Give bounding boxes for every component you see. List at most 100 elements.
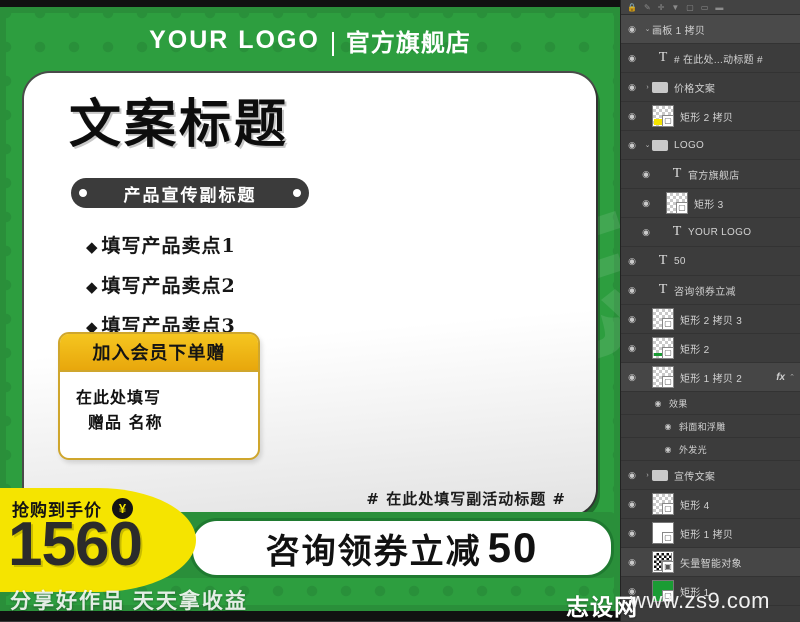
layer-name: # 在此处...动标题 # <box>674 54 763 66</box>
eye-icon[interactable]: ◉ <box>621 140 643 151</box>
eye-icon[interactable]: ◉ <box>621 314 643 325</box>
layer-thumbnail[interactable]: ▣ <box>652 551 674 573</box>
opacity-icon[interactable]: ▭ <box>701 3 709 12</box>
gift-line-2: 赠品 名称 <box>88 412 163 432</box>
vector-mask-icon[interactable]: ▢ <box>662 376 674 388</box>
move-icon[interactable]: ✛ <box>658 3 665 12</box>
layer-thumbnail[interactable]: ▢ <box>652 493 674 515</box>
layer-row-text-subtitle[interactable]: ◉ T # 在此处...动标题 # <box>621 44 800 73</box>
layer-thumbnail[interactable]: ▢ <box>652 337 674 359</box>
lock-icon[interactable]: 🔒 <box>627 3 637 12</box>
diamond-bullet-icon: ◆ <box>86 278 99 296</box>
layer-name: LOGO <box>674 139 705 151</box>
layer-row-folder-price[interactable]: ◉ › 价格文案 <box>621 73 800 102</box>
layer-thumbnail[interactable]: ▢ <box>652 366 674 388</box>
layer-row-shape-rect1copy2[interactable]: ◉ ▢ 矩形 1 拷贝 2 fx ⌃ <box>621 363 800 392</box>
layer-row-text-store[interactable]: ◉ T 官方旗舰店 <box>621 160 800 189</box>
vector-mask-icon[interactable]: ▢ <box>662 318 674 330</box>
layers-panel-toolbar[interactable]: 🔒 ✎ ✛ ▼ ▢ ▭ ▬ <box>621 0 800 15</box>
layer-row-text-50[interactable]: ◉ T 50 <box>621 247 800 276</box>
page-title: 文案标题 <box>69 94 290 155</box>
layer-name: 矢量智能对象 <box>680 558 742 570</box>
vector-mask-icon[interactable]: ▢ <box>662 347 674 359</box>
eye-icon[interactable]: ◉ <box>635 227 657 238</box>
thumb-content <box>654 119 662 125</box>
eye-icon[interactable]: ◉ <box>621 111 643 122</box>
eye-icon[interactable]: ◉ <box>621 528 643 539</box>
eye-icon[interactable]: ◉ <box>621 285 643 296</box>
layer-row-smart-object[interactable]: ◉ ▣ 矢量智能对象 <box>621 548 800 577</box>
gift-box: 加入会员下单赠 在此处填写 赠品 名称 <box>58 332 260 460</box>
folder-icon <box>652 81 669 93</box>
layer-row-shape-rect2copy3[interactable]: ◉ ▢ 矩形 2 拷贝 3 <box>621 305 800 334</box>
layer-name: 矩形 4 <box>680 500 710 512</box>
eye-icon[interactable]: ◉ <box>621 470 643 481</box>
layer-name: 外发光 <box>679 444 707 455</box>
vector-mask-icon[interactable]: ▢ <box>676 202 688 214</box>
folder-icon <box>652 469 669 481</box>
layer-name: 价格文案 <box>674 83 716 95</box>
layer-thumbnail[interactable]: ▢ <box>666 192 688 214</box>
vector-mask-icon[interactable]: ▢ <box>662 532 674 544</box>
list-item: ◆ 填写产品卖点1 <box>86 231 236 258</box>
layer-thumbnail[interactable]: ▢ <box>652 522 674 544</box>
design-canvas[interactable]: 志 YOUR LOGO 官方旗舰店 文案标题 产品宣传副标题 ◆填写产品卖点1 <box>0 0 620 621</box>
layer-row-shape-rect4[interactable]: ◉ ▢ 矩形 4 <box>621 490 800 519</box>
folder-icon <box>652 139 669 151</box>
layer-list[interactable]: ◉ ⌄ 画板 1 拷贝 ◉ T # 在此处...动标题 # ◉ › 价格文案 ◉ <box>621 15 800 606</box>
chevron-down-icon[interactable]: ⌄ <box>643 141 652 149</box>
layer-row-folder-promo[interactable]: ◉ › 宣传文案 <box>621 461 800 490</box>
poster-artboard[interactable]: 志 YOUR LOGO 官方旗舰店 文案标题 产品宣传副标题 ◆填写产品卖点1 <box>0 7 620 611</box>
chevron-down-icon[interactable]: ⌄ <box>643 25 652 33</box>
layer-row-effect-outerglow[interactable]: ◉ 外发光 <box>621 438 800 461</box>
eye-icon[interactable]: ◉ <box>621 53 643 64</box>
frame-icon[interactable]: ▢ <box>686 3 694 12</box>
chevron-right-icon[interactable]: › <box>643 472 652 479</box>
layer-row-shape-rect2[interactable]: ◉ ▢ 矩形 2 <box>621 334 800 363</box>
eye-icon[interactable]: ◉ <box>657 445 679 454</box>
text-layer-icon: T <box>658 50 668 65</box>
shape-icon[interactable]: ▼ <box>671 3 679 12</box>
eye-icon[interactable]: ◉ <box>635 169 657 180</box>
eye-icon[interactable]: ◉ <box>621 557 643 568</box>
eye-icon[interactable]: ◉ <box>621 372 643 383</box>
product-card[interactable]: 文案标题 产品宣传副标题 ◆ 填写产品卖点1 ◆ 填写产品卖点2 ◆ 填写产品卖点3 <box>24 73 596 515</box>
vector-mask-icon[interactable]: ▢ <box>662 115 674 127</box>
layer-row-text-coupon[interactable]: ◉ T 咨询领券立减 <box>621 276 800 305</box>
list-item-label: 填写产品卖点2 <box>101 275 236 297</box>
eye-icon[interactable]: ◉ <box>657 422 679 431</box>
text-layer-icon: T <box>658 253 668 268</box>
fill-icon[interactable]: ▬ <box>715 3 723 12</box>
chevron-up-icon[interactable]: ⌃ <box>789 373 795 381</box>
layer-row-shape-rect1copy[interactable]: ◉ ▢ 矩形 1 拷贝 <box>621 519 800 548</box>
layer-row-artboard[interactable]: ◉ ⌄ 画板 1 拷贝 <box>621 15 800 44</box>
eye-icon[interactable]: ◉ <box>647 399 669 408</box>
layer-thumbnail[interactable]: ▢ <box>652 105 674 127</box>
fx-icon[interactable]: fx <box>776 372 785 383</box>
eye-icon[interactable]: ◉ <box>621 24 643 35</box>
layer-row-folder-logo[interactable]: ◉ ⌄ LOGO <box>621 131 800 160</box>
eye-icon[interactable]: ◉ <box>621 256 643 267</box>
layer-row-text-yourlogo[interactable]: ◉ T YOUR LOGO <box>621 218 800 247</box>
layer-row-shape-rect2copy[interactable]: ◉ ▢ 矩形 2 拷贝 <box>621 102 800 131</box>
eye-icon[interactable]: ◉ <box>621 499 643 510</box>
eye-icon[interactable]: ◉ <box>621 82 643 93</box>
layer-row-effect-bevel[interactable]: ◉ 斜面和浮雕 <box>621 415 800 438</box>
layer-row-shape-rect3[interactable]: ◉ ▢ 矩形 3 <box>621 189 800 218</box>
layer-name: 矩形 2 拷贝 3 <box>680 315 743 327</box>
layers-panel[interactable]: 🔒 ✎ ✛ ▼ ▢ ▭ ▬ 志 ◉ ⌄ 画板 1 拷贝 ◉ T # 在此处...… <box>620 0 800 621</box>
coupon-banner: 咨询领券立减 50 <box>190 518 614 578</box>
price-amount: 1560 <box>8 510 143 579</box>
eye-icon[interactable]: ◉ <box>635 198 657 209</box>
chevron-right-icon[interactable]: › <box>643 84 652 91</box>
layer-thumbnail[interactable]: ▢ <box>652 308 674 330</box>
watermark-site-cn: 志设网 <box>566 594 638 620</box>
sub-activity-title: # 在此处填写副活动标题 # <box>366 490 566 508</box>
brush-icon[interactable]: ✎ <box>644 3 651 12</box>
layer-name: 效果 <box>669 398 688 409</box>
vector-mask-icon[interactable]: ▢ <box>662 503 674 515</box>
smart-object-icon[interactable]: ▣ <box>662 561 674 573</box>
layer-name: 矩形 3 <box>694 199 724 211</box>
layer-row-effects[interactable]: ◉ 效果 <box>621 392 800 415</box>
eye-icon[interactable]: ◉ <box>621 343 643 354</box>
